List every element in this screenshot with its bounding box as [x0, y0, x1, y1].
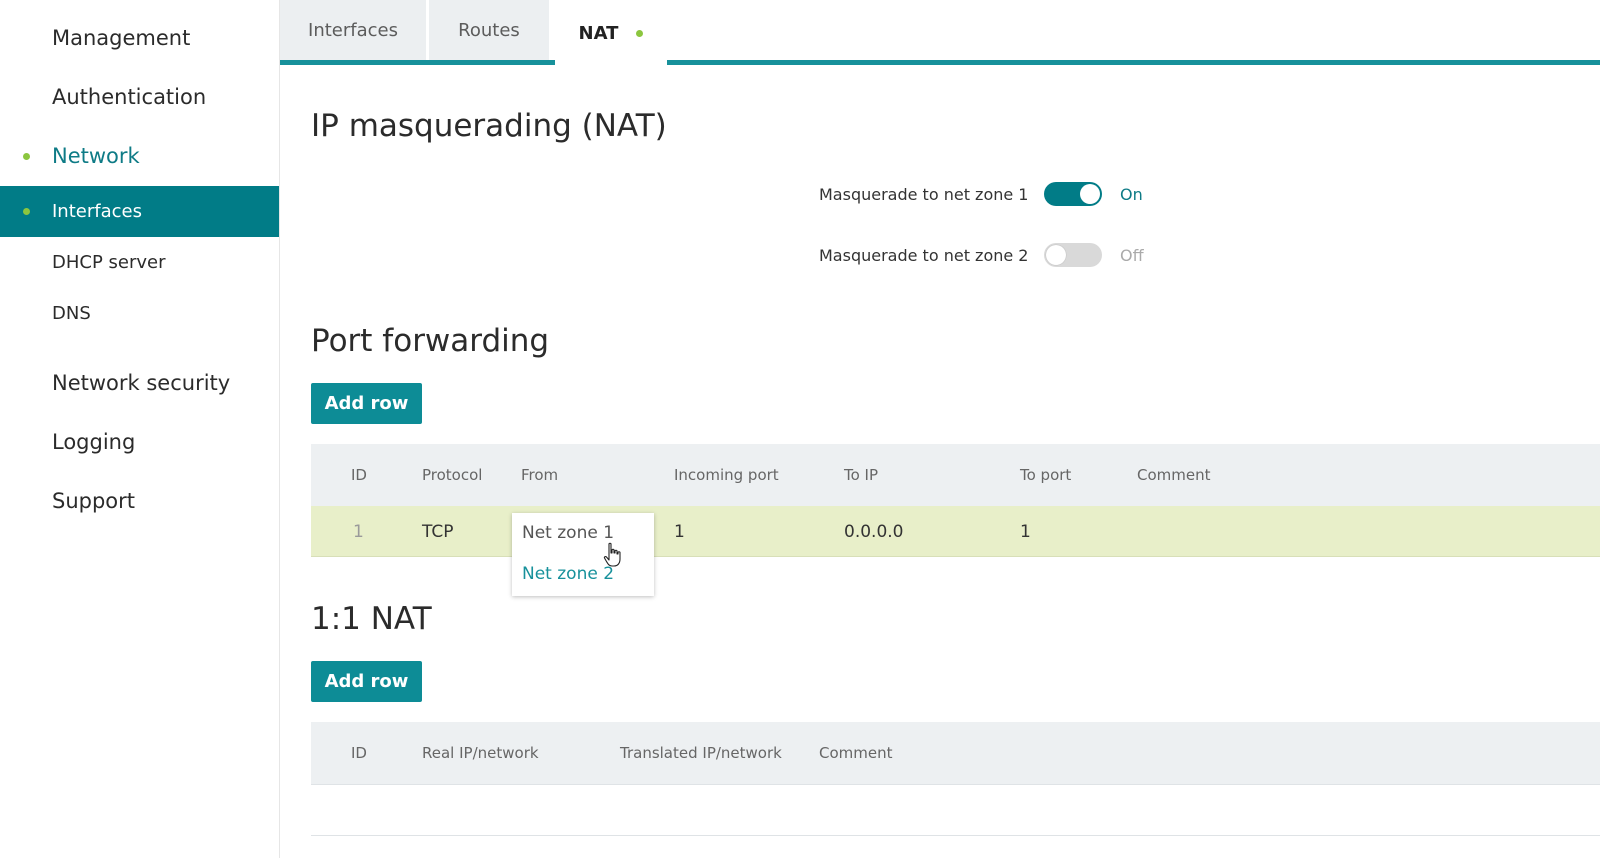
toggle-knob: [1080, 184, 1100, 204]
sidebar-item-network-security[interactable]: Network security: [52, 371, 230, 395]
table-divider: [311, 835, 1600, 836]
column-header-from[interactable]: From: [521, 466, 558, 484]
tab-label: NAT: [578, 22, 619, 44]
active-item-dot-icon: [23, 208, 30, 215]
tab-bar: Interfaces Routes NAT: [280, 0, 1600, 66]
dropdown-selected-value[interactable]: Net zone 1: [522, 523, 614, 543]
sidebar-item-logging[interactable]: Logging: [52, 430, 135, 454]
port-forwarding-title: Port forwarding: [311, 323, 550, 359]
sidebar: Management Authentication Network Interf…: [0, 0, 280, 858]
column-header-to-ip[interactable]: To IP: [844, 466, 878, 484]
cell-protocol[interactable]: TCP: [422, 522, 454, 542]
column-header-translated-ip-network[interactable]: Translated IP/network: [620, 744, 782, 762]
tab-label: Routes: [458, 19, 520, 41]
masquerade-zone2-label: Masquerade to net zone 2: [819, 246, 1029, 265]
sidebar-item-label: DNS: [52, 303, 91, 324]
port-forwarding-add-row-button[interactable]: Add row: [311, 383, 422, 424]
tab-underline: [280, 60, 1600, 65]
cell-to-port[interactable]: 1: [1020, 522, 1031, 542]
cell-id: 1: [353, 522, 364, 542]
column-header-id[interactable]: ID: [351, 466, 367, 484]
masquerade-zone1-state: On: [1120, 185, 1143, 204]
active-tab-dot-icon: [636, 29, 644, 37]
hand-pointer-cursor-icon: [603, 542, 621, 567]
sidebar-item-support[interactable]: Support: [52, 489, 135, 513]
sidebar-item-dns[interactable]: DNS: [0, 288, 279, 339]
port-forwarding-table-header: ID Protocol From Incoming port To IP To …: [311, 444, 1600, 506]
column-header-comment[interactable]: Comment: [819, 744, 893, 762]
sidebar-item-label: Interfaces: [52, 201, 142, 222]
one-to-one-nat-table-header: ID Real IP/network Translated IP/network…: [311, 722, 1600, 784]
one-to-one-nat-add-row-button[interactable]: Add row: [311, 661, 422, 702]
table-divider: [311, 784, 1600, 785]
column-header-protocol[interactable]: Protocol: [422, 466, 482, 484]
masquerade-zone2-state: Off: [1120, 246, 1144, 265]
sidebar-item-dhcp-server[interactable]: DHCP server: [0, 237, 279, 288]
tab-interfaces[interactable]: Interfaces: [280, 0, 426, 60]
from-zone-dropdown[interactable]: Net zone 1 Net zone 2: [512, 513, 654, 596]
column-header-to-port[interactable]: To port: [1020, 466, 1071, 484]
tab-routes[interactable]: Routes: [429, 0, 549, 60]
sidebar-item-interfaces[interactable]: Interfaces: [0, 186, 279, 237]
masquerade-zone1-toggle[interactable]: [1044, 182, 1102, 206]
cell-to-ip[interactable]: 0.0.0.0: [844, 522, 903, 542]
sidebar-item-authentication[interactable]: Authentication: [52, 85, 206, 109]
masquerading-title: IP masquerading (NAT): [311, 108, 667, 144]
masquerade-zone2-toggle[interactable]: [1044, 243, 1102, 267]
dropdown-option-net-zone-2[interactable]: Net zone 2: [522, 564, 614, 584]
tab-label: Interfaces: [308, 19, 398, 41]
active-section-dot-icon: [23, 153, 30, 160]
cell-incoming-port[interactable]: 1: [674, 522, 685, 542]
one-to-one-nat-title: 1:1 NAT: [311, 601, 432, 637]
sidebar-item-label: DHCP server: [52, 252, 166, 273]
tab-nat[interactable]: NAT: [555, 0, 667, 66]
masquerade-zone1-label: Masquerade to net zone 1: [819, 185, 1029, 204]
column-header-incoming-port[interactable]: Incoming port: [674, 466, 779, 484]
sidebar-item-management[interactable]: Management: [52, 26, 190, 50]
column-header-real-ip-network[interactable]: Real IP/network: [422, 744, 539, 762]
sidebar-item-network[interactable]: Network: [52, 144, 140, 168]
toggle-knob: [1046, 245, 1066, 265]
column-header-id[interactable]: ID: [351, 744, 367, 762]
table-row[interactable]: 1 TCP 1 0.0.0.0 1: [311, 506, 1600, 557]
column-header-comment[interactable]: Comment: [1137, 466, 1211, 484]
